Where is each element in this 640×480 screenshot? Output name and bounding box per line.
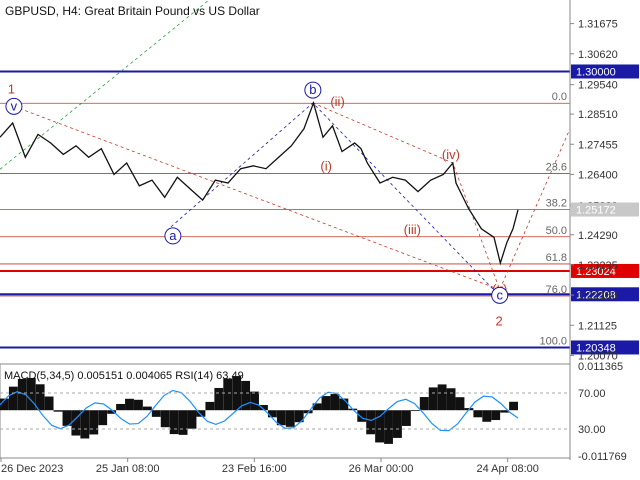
macd-tick-label-0: 0.011365 (578, 361, 623, 373)
fib-label-5: 76.0 (546, 284, 567, 296)
macd-bar-25 (223, 378, 233, 411)
macd-bar-53 (473, 410, 483, 418)
macd-bar-10 (89, 410, 99, 435)
x-tick-label-4: 24 Apr 08:00 (476, 463, 538, 475)
price-tick-label-7: 1.24290 (578, 230, 618, 242)
macd-bar-32 (285, 410, 295, 427)
macd-bar-41 (366, 410, 376, 435)
macd-label: MACD(5,34,5) 0.005151 0.004065 RSI(14) 6… (4, 370, 244, 382)
macd-bar-20 (178, 410, 188, 435)
fib-label-6: 100.0 (539, 335, 567, 347)
wave-label-8: c (496, 287, 503, 302)
macd-bar-19 (169, 410, 179, 435)
x-tick-label-3: 26 Mar 00:00 (349, 463, 414, 475)
price-tick-label-9: 1.22180 (578, 290, 618, 302)
wave-label-6: (iii) (404, 222, 421, 237)
price-tick-label-3: 1.28510 (578, 109, 618, 121)
macd-tick-label-2: 30.00 (578, 424, 606, 436)
macd-bar-42 (375, 410, 385, 443)
price-tick-label-8: 1.23235 (578, 260, 618, 272)
macd-bar-50 (446, 388, 456, 411)
macd-bar-40 (357, 410, 367, 422)
macd-bar-18 (160, 410, 170, 428)
wave-label-4: (i) (320, 158, 332, 173)
wave-label-5: (iv) (442, 147, 460, 162)
wave-label-1: v (11, 98, 18, 113)
macd-bar-49 (437, 384, 447, 411)
macd-bar-55 (491, 410, 501, 421)
macd-bar-6 (53, 410, 63, 412)
macd-bar-8 (71, 410, 81, 436)
wave-label-10: a (169, 228, 177, 243)
price-tick-label-4: 1.27455 (578, 139, 618, 151)
fib-label-0: 0.0 (552, 91, 567, 103)
macd-bar-21 (187, 410, 197, 429)
macd-bar-57 (509, 401, 519, 411)
macd-bar-3 (26, 377, 36, 411)
fib-label-4: 61.8 (546, 252, 567, 264)
chart: 1vb(ii)(i)(iv)(iii)(v)c2a 0.023.638.250.… (0, 0, 639, 475)
chart-title: GBPUSD, H4: Great Britain Pound vs US Do… (5, 4, 260, 18)
wave-label-9: 2 (495, 314, 502, 329)
macd-bar-43 (384, 410, 393, 444)
wave-label-2: b (309, 82, 316, 97)
price-tick-label-10: 1.21125 (578, 320, 617, 332)
macd-bar-13 (116, 403, 125, 411)
macd-bar-44 (393, 410, 402, 438)
fib-label-2: 38.2 (546, 198, 567, 210)
price-plot-area (0, 0, 570, 364)
level-tag-label-0: 1.30000 (576, 66, 616, 78)
x-tick-label-2: 23 Feb 16:00 (222, 463, 287, 475)
macd-bar-5 (44, 396, 54, 411)
price-tick-label-1: 1.30620 (578, 49, 618, 61)
macd-bar-48 (428, 387, 438, 411)
macd-bar-24 (214, 387, 224, 411)
x-tick-label-0: 26 Dec 2023 (1, 463, 63, 475)
macd-bar-54 (482, 410, 492, 422)
price-tick-label-0: 1.31675 (578, 19, 618, 31)
macd-bar-46 (410, 410, 420, 412)
macd-bar-14 (125, 398, 134, 411)
macd-bar-45 (401, 410, 411, 426)
macd-bar-16 (142, 406, 152, 411)
macd-bar-23 (205, 401, 215, 411)
wave-label-0: 1 (8, 81, 15, 96)
macd-bar-28 (250, 391, 259, 411)
macd-bar-1 (8, 386, 18, 411)
macd-bar-4 (35, 384, 45, 411)
macd-tick-label-3: -0.011769 (578, 451, 627, 463)
macd-bar-30 (267, 410, 277, 418)
macd-bar-51 (455, 397, 465, 411)
current-price-label: 1.25172 (576, 205, 616, 217)
macd-bar-15 (133, 399, 143, 411)
macd-bar-17 (151, 410, 161, 417)
wave-label-3: (ii) (330, 94, 344, 109)
macd-bar-11 (98, 410, 108, 426)
macd-bar-9 (80, 410, 90, 439)
price-tick-label-2: 1.29540 (578, 80, 618, 92)
fib-label-3: 50.0 (546, 225, 567, 237)
macd-bar-37 (330, 394, 340, 411)
macd-bar-36 (321, 396, 331, 411)
x-tick-label-1: 25 Jan 08:00 (96, 463, 160, 475)
fib-label-1: 23.6 (546, 162, 567, 174)
macd-bar-47 (419, 397, 429, 411)
macd-tick-label-1: 70.00 (578, 388, 606, 400)
price-tick-label-5: 1.26400 (578, 169, 618, 181)
